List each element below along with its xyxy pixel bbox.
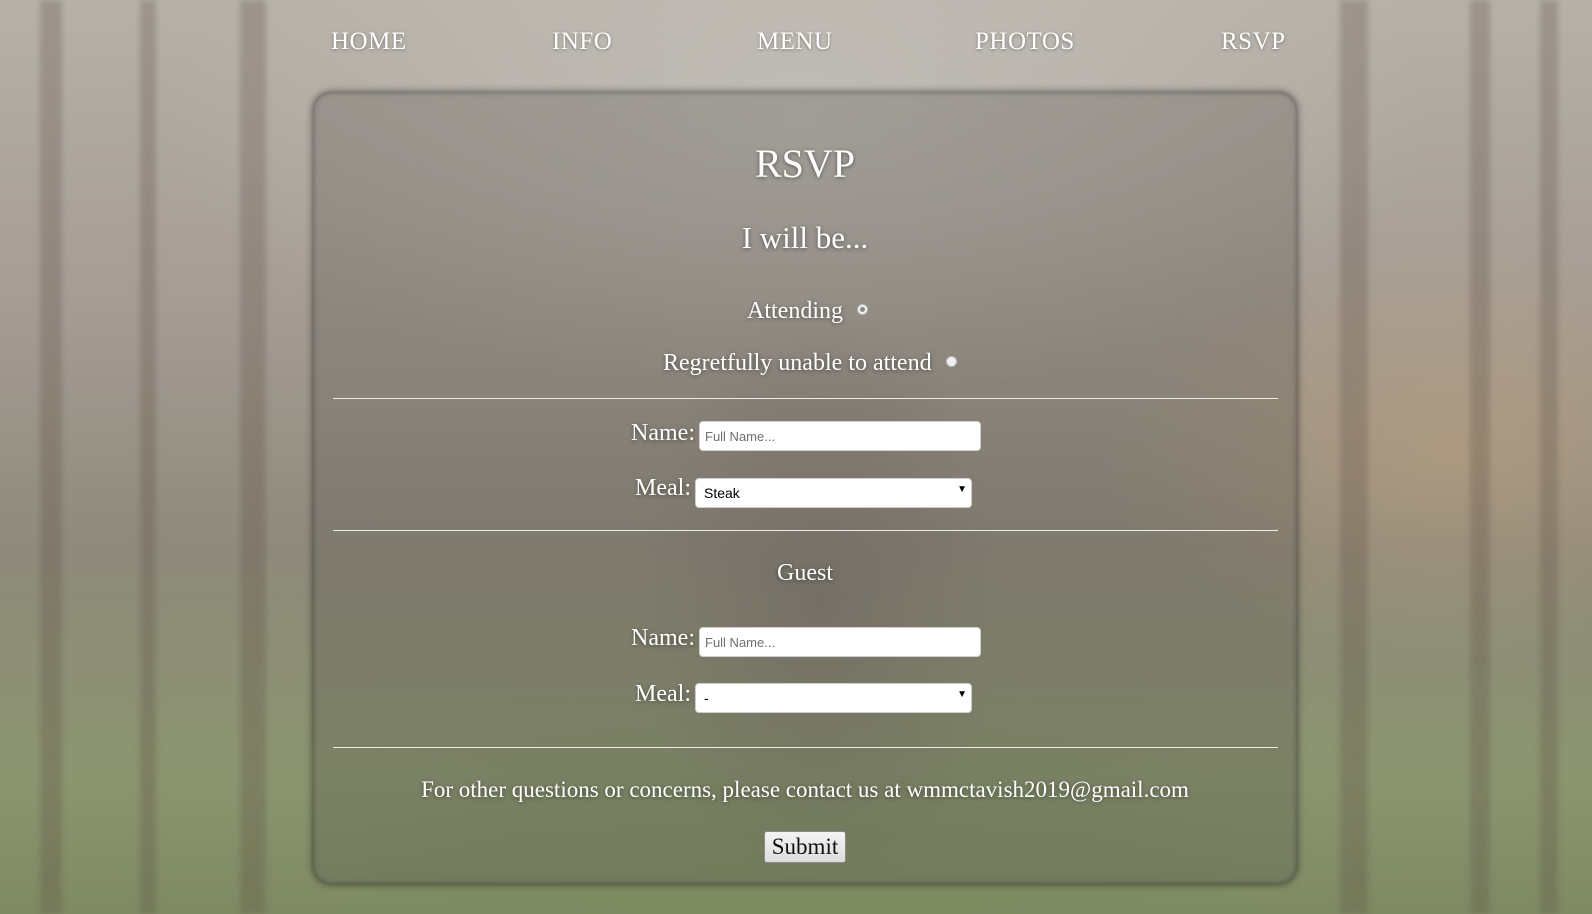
name-input[interactable] xyxy=(699,421,981,451)
meal-label: Meal: xyxy=(635,475,691,501)
contact-text: For other questions or concerns, please … xyxy=(421,777,1189,802)
tree-trunk xyxy=(1340,0,1368,914)
declining-label: Regretfully unable to attend xyxy=(663,350,932,376)
rsvp-form-panel: RSVP I will be... Attending Regretfully … xyxy=(313,92,1297,884)
name-label: Name: xyxy=(631,420,695,446)
declining-option[interactable]: Regretfully unable to attend xyxy=(663,350,957,377)
guest-name-input[interactable] xyxy=(699,627,981,657)
guest-meal-label: Meal: xyxy=(635,681,691,707)
tree-trunk xyxy=(40,0,62,914)
nav-rsvp-link[interactable]: RSVP xyxy=(1221,28,1286,56)
guest-heading: Guest xyxy=(777,560,833,586)
meal-select[interactable]: Steak ▼ xyxy=(695,478,972,508)
nav-home-link[interactable]: HOME xyxy=(331,28,407,56)
tree-trunk xyxy=(140,0,156,914)
tree-trunk xyxy=(1540,0,1558,914)
caret-down-icon: ▼ xyxy=(957,689,967,700)
top-navigation: HOME INFO MENU PHOTOS RSVP xyxy=(0,28,1592,62)
guest-meal-selected-value: - xyxy=(704,690,709,706)
guest-name-label: Name: xyxy=(631,625,695,651)
attending-option[interactable]: Attending xyxy=(747,298,868,325)
attendance-prompt: I will be... xyxy=(741,220,869,255)
meal-selected-value: Steak xyxy=(704,485,740,501)
nav-photos-link[interactable]: PHOTOS xyxy=(975,28,1075,56)
section-divider xyxy=(333,530,1278,531)
submit-button[interactable]: Submit xyxy=(764,831,846,863)
attending-label: Attending xyxy=(747,298,843,324)
guest-meal-select[interactable]: - ▼ xyxy=(695,683,972,713)
section-divider xyxy=(333,398,1278,399)
tree-trunk xyxy=(1470,0,1490,914)
page-title: RSVP xyxy=(754,141,856,186)
attending-radio[interactable] xyxy=(857,303,868,315)
nav-menu-link[interactable]: MENU xyxy=(757,28,833,56)
declining-radio[interactable] xyxy=(945,355,957,367)
tree-trunk xyxy=(240,0,266,914)
nav-info-link[interactable]: INFO xyxy=(552,28,612,56)
caret-down-icon: ▼ xyxy=(957,484,967,495)
section-divider xyxy=(333,747,1278,748)
